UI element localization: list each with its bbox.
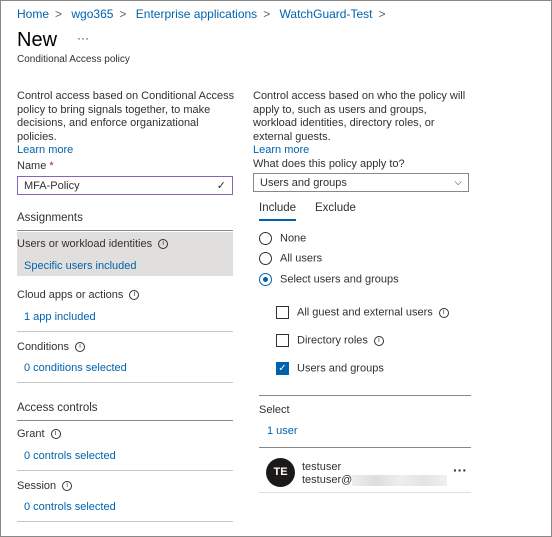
name-value: MFA-Policy: [24, 179, 80, 192]
name-label: Name *: [17, 160, 54, 172]
users-value-link[interactable]: Specific users included: [24, 260, 137, 272]
breadcrumb-app[interactable]: WatchGuard-Test: [280, 7, 373, 21]
name-label-text: Name: [17, 160, 47, 172]
tab-include[interactable]: Include: [259, 202, 297, 221]
redacted-email: [352, 474, 448, 486]
users-label: Users or workload identities: [17, 238, 153, 250]
radio-all-users[interactable]: All users: [259, 252, 322, 265]
conditions-label: Conditions: [17, 341, 69, 353]
users-section[interactable]: Users or workload identities i Specific u…: [17, 232, 233, 276]
info-icon: i: [62, 481, 73, 492]
user-name: testuser: [302, 461, 342, 473]
assignments-heading: Assignments: [17, 212, 83, 224]
breadcrumb-tenant[interactable]: wgo365: [71, 7, 113, 21]
info-icon: i: [74, 342, 85, 353]
info-icon: i: [129, 290, 140, 301]
grant-link[interactable]: 0 controls selected: [24, 450, 116, 462]
required-marker: *: [49, 160, 54, 172]
name-input[interactable]: MFA-Policy ✓: [17, 176, 233, 195]
grant-label: Grant: [17, 428, 45, 440]
avatar: TE: [266, 458, 295, 487]
access-controls-heading: Access controls: [17, 402, 98, 414]
learn-more-link[interactable]: Learn more: [253, 144, 309, 156]
learn-more-link[interactable]: Learn more: [17, 144, 73, 156]
check-icon: ✓: [216, 180, 226, 192]
description-text: Control access based on who the policy w…: [253, 90, 466, 143]
cloud-apps-label: Cloud apps or actions: [17, 289, 124, 301]
apply-value: Users and groups: [260, 176, 347, 189]
more-button[interactable]: ···: [77, 31, 89, 45]
page-title: New: [17, 29, 58, 51]
page-subtitle: Conditional Access policy: [17, 54, 130, 65]
select-label: Select: [259, 404, 290, 416]
right-description: Control access based on who the policy w…: [253, 90, 473, 158]
info-icon: i: [373, 335, 384, 346]
radio-select-users[interactable]: Select users and groups: [259, 273, 399, 286]
breadcrumb-home[interactable]: Home: [17, 7, 49, 21]
checkbox-directory-roles[interactable]: Directory roles i: [276, 334, 384, 347]
apply-label: What does this policy apply to?: [253, 158, 405, 170]
checkbox-users-groups[interactable]: ✓ Users and groups: [276, 362, 384, 375]
description-text: Control access based on Conditional Acce…: [17, 90, 235, 143]
tab-exclude[interactable]: Exclude: [315, 202, 356, 214]
info-icon: i: [158, 239, 169, 250]
left-description: Control access based on Conditional Acce…: [17, 90, 237, 158]
user-email: testuser@: [302, 474, 448, 486]
breadcrumb: Home > wgo365 > Enterprise applications > W…: [17, 7, 386, 21]
session-label: Session: [17, 480, 57, 492]
session-link[interactable]: 0 controls selected: [24, 501, 116, 513]
conditions-link[interactable]: 0 conditions selected: [24, 362, 127, 374]
select-users-link[interactable]: 1 user: [267, 425, 298, 437]
chevron-down-icon: ⌵: [454, 177, 462, 188]
checkbox-guest-users[interactable]: All guest and external users i: [276, 306, 449, 319]
user-more-button[interactable]: ···: [453, 462, 467, 478]
breadcrumb-enterprise-apps[interactable]: Enterprise applications: [136, 7, 257, 21]
radio-none[interactable]: None: [259, 232, 306, 245]
apply-dropdown[interactable]: Users and groups ⌵: [253, 173, 469, 192]
info-icon: i: [50, 429, 61, 440]
cloud-apps-link[interactable]: 1 app included: [24, 311, 96, 323]
info-icon: i: [438, 307, 449, 318]
